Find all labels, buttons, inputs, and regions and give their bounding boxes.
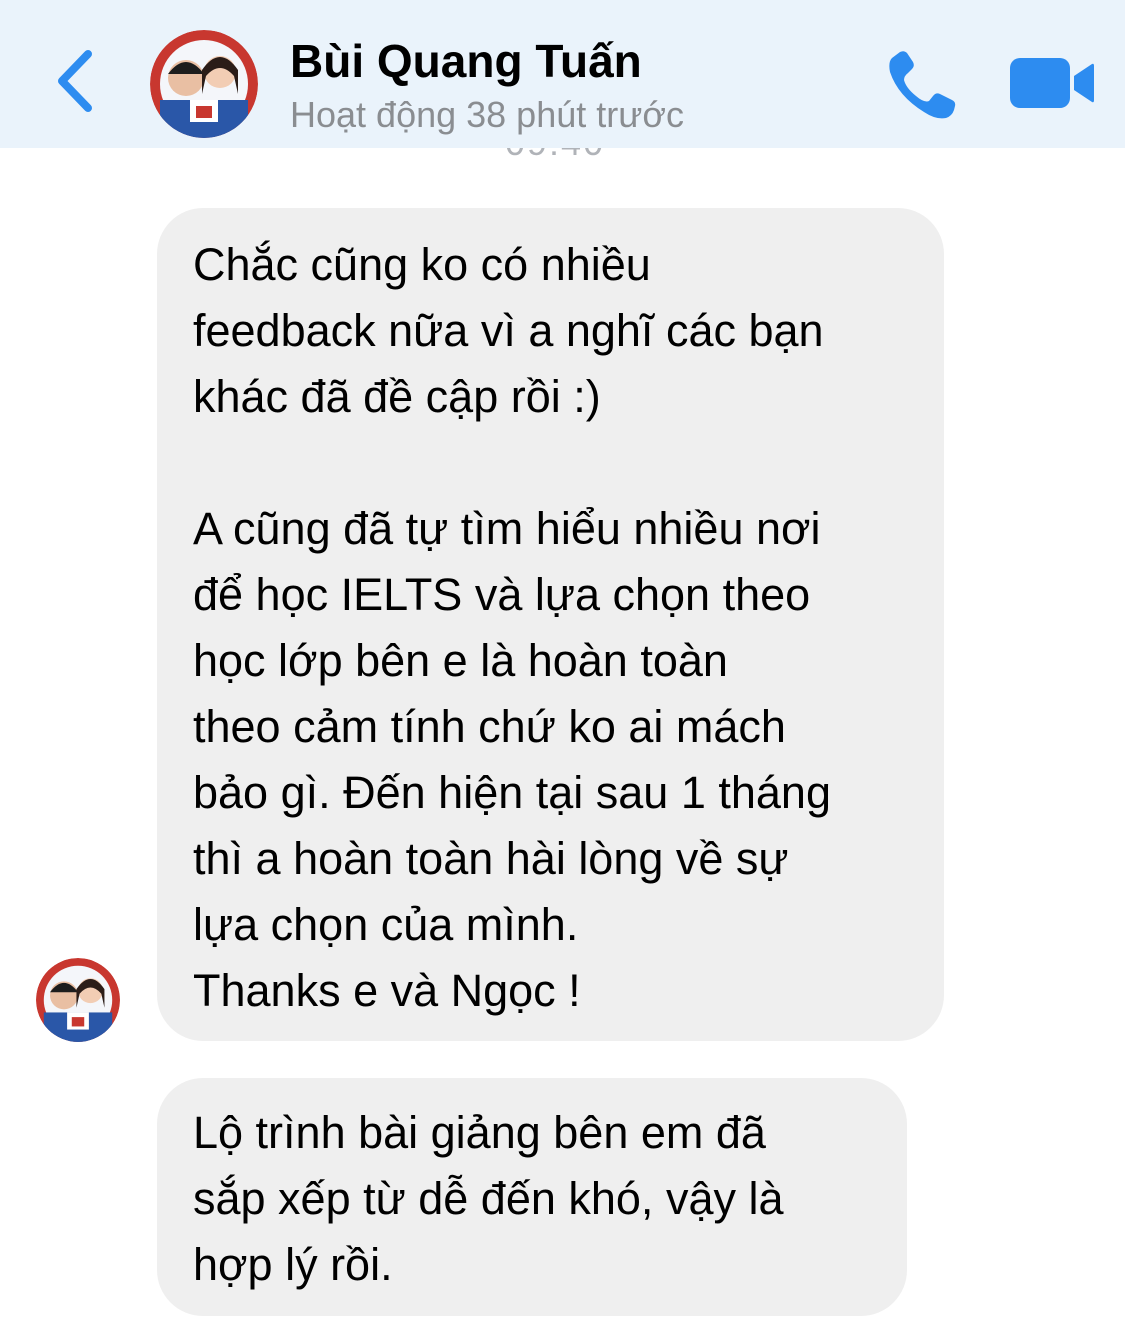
- phone-icon: [889, 51, 956, 119]
- message-line: học lớp bên e là hoàn toàn: [193, 635, 728, 686]
- message-line: bảo gì. Đến hiện tại sau 1 tháng: [193, 767, 831, 818]
- incoming-message-bubble[interactable]: Chắc cũng ko có nhiều feedback nữa vì a …: [157, 208, 944, 1041]
- timestamp-divider: 09:40: [505, 148, 619, 162]
- video-camera-icon: [1010, 58, 1094, 108]
- back-button[interactable]: [48, 46, 104, 116]
- chat-header: Bùi Quang Tuấn Hoạt động 38 phút trước: [0, 0, 1125, 148]
- video-call-button[interactable]: [1008, 54, 1096, 112]
- timestamp-text: 09:40: [505, 148, 605, 162]
- message-line: để học IELTS và lựa chọn theo: [193, 569, 811, 620]
- outgoing-message-bubble[interactable]: Lộ trình bài giảng bên em đã sắp xếp từ …: [157, 1078, 907, 1316]
- sender-avatar[interactable]: [36, 958, 120, 1042]
- chevron-left-icon: [58, 50, 92, 112]
- message-line: Chắc cũng ko có nhiều: [193, 239, 651, 290]
- contact-name[interactable]: Bùi Quang Tuấn: [290, 34, 642, 88]
- message-line: Lộ trình bài giảng bên em đã: [193, 1107, 766, 1158]
- message-line: thì a hoàn toàn hài lòng về sự: [193, 833, 789, 884]
- message-line: hợp lý rồi.: [193, 1239, 393, 1290]
- messenger-chat-screen: Bùi Quang Tuấn Hoạt động 38 phút trước 0…: [0, 0, 1125, 1324]
- avatar-photo: [36, 958, 120, 1042]
- message-line: A cũng đã tự tìm hiểu nhiều nơi: [193, 503, 821, 554]
- message-line: khác đã đề cập rồi :): [193, 371, 601, 422]
- message-line: lựa chọn của mình.: [193, 899, 579, 950]
- message-line: theo cảm tính chứ ko ai mách: [193, 701, 786, 752]
- message-line: sắp xếp từ dễ đến khó, vậy là: [193, 1173, 784, 1224]
- contact-avatar[interactable]: [150, 30, 258, 138]
- voice-call-button[interactable]: [884, 50, 960, 122]
- message-line: feedback nữa vì a nghĩ các bạn: [193, 305, 824, 356]
- avatar-photo: [150, 30, 258, 138]
- active-status: Hoạt động 38 phút trước: [290, 94, 684, 135]
- message-line: Thanks e và Ngọc !: [193, 965, 581, 1016]
